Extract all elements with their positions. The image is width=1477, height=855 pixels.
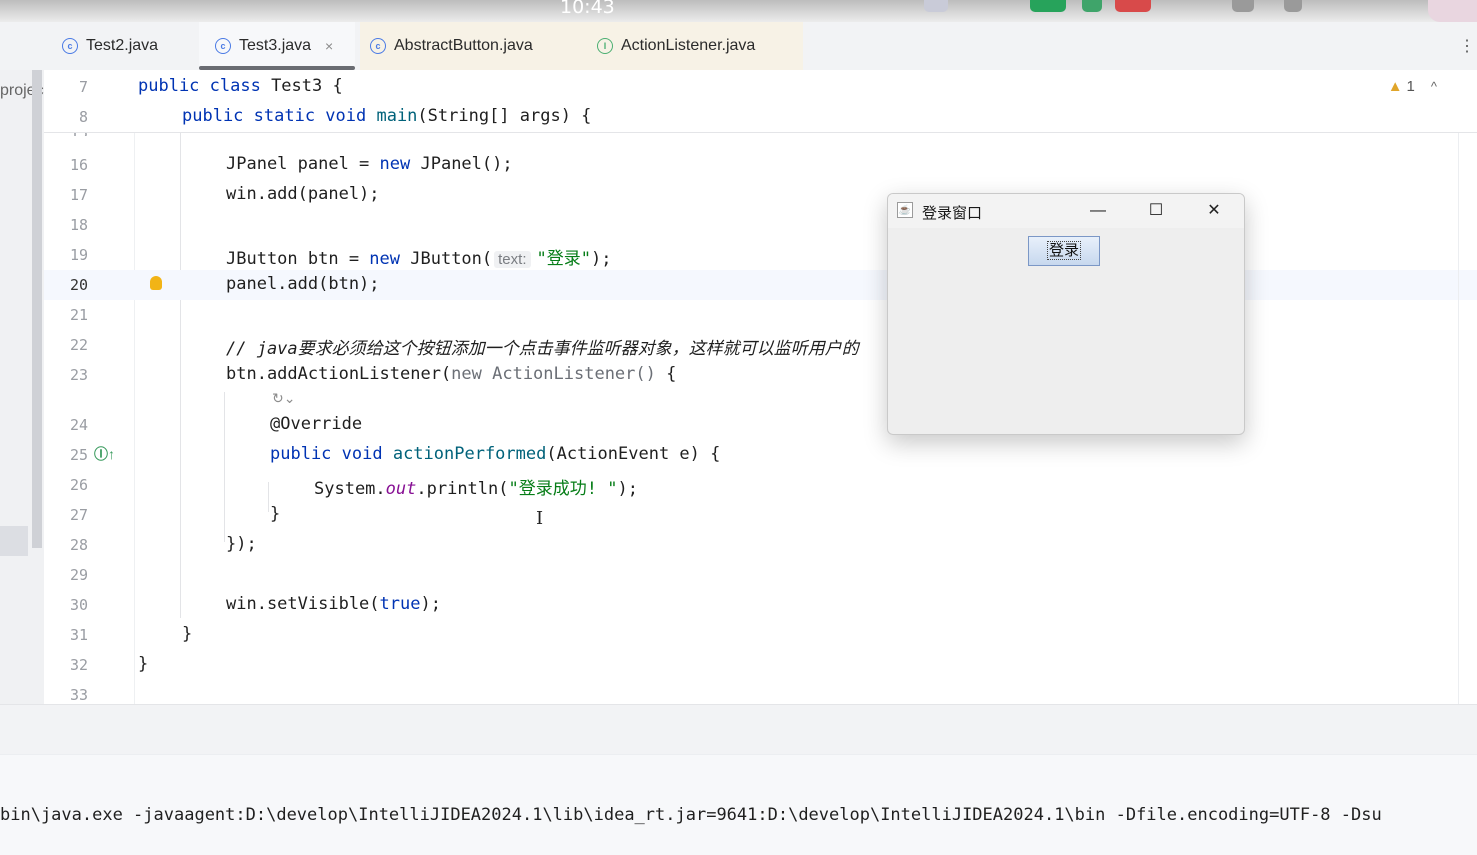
text-cursor-icon: I <box>536 508 544 529</box>
project-scrollbar[interactable] <box>32 70 42 548</box>
code-line: 22 // java要求必须给这个按钮添加一个点击事件监听器对象，这样就可以监听… <box>69 336 859 359</box>
parameter-hint: text: <box>494 251 531 268</box>
os-top-bar: 10:43 <box>0 0 1477 22</box>
code-line: 33 <box>69 686 88 704</box>
close-button[interactable]: ✕ <box>1194 199 1234 223</box>
warning-count: 1 <box>1406 78 1415 95</box>
tab-label: Test2.java <box>86 37 159 54</box>
sticky-header: 7 public class Test3 { 8 public static v… <box>44 70 1477 133</box>
tray-icon-gray[interactable] <box>1232 0 1254 12</box>
code-line: 31 } <box>69 624 193 644</box>
code-line: 26 System.out.println("登录成功! "); <box>69 476 638 499</box>
console-command-line: bin\java.exe -javaagent:D:\develop\Intel… <box>0 805 1382 825</box>
code-line: 27 } <box>69 504 281 524</box>
project-panel: projec <box>0 70 44 704</box>
login-window-titlebar[interactable]: ☕ 登录窗口 — ☐ ✕ <box>888 194 1244 228</box>
lightbulb-icon[interactable] <box>150 276 162 290</box>
code-line: 21 <box>69 306 88 324</box>
code-line: 28 }); <box>69 534 257 554</box>
search-icon[interactable] <box>1284 0 1302 12</box>
tab-test3[interactable]: c Test3.java × <box>199 22 355 70</box>
code-line: 23 btn.addActionListener(new ActionListe… <box>69 364 677 384</box>
code-editor[interactable]: 7 public class Test3 { 8 public static v… <box>44 70 1477 704</box>
maximize-button[interactable]: ☐ <box>1136 199 1176 223</box>
inspection-widget[interactable]: ▲ 1 ^ <box>1388 78 1437 95</box>
clock: 10:43 <box>560 0 615 18</box>
interface-icon: I <box>597 38 613 54</box>
chevron-up-icon[interactable]: ^ <box>1431 79 1437 94</box>
editor-scrollbar[interactable] <box>1458 132 1459 704</box>
run-console[interactable]: bin\java.exe -javaagent:D:\develop\Intel… <box>0 754 1477 855</box>
java-icon: ☕ <box>897 202 913 218</box>
tab-test2[interactable]: c Test2.java <box>52 22 192 70</box>
code-line: 25 Ⓘ↑ public void actionPerformed(Action… <box>69 444 721 464</box>
tab-actionlistener[interactable]: I ActionListener.java <box>575 22 803 70</box>
code-line: 32 } <box>69 654 149 674</box>
tray-icon-green-small[interactable] <box>1082 0 1102 12</box>
code-line: 18 <box>69 216 88 234</box>
class-icon: c <box>370 38 386 54</box>
code-line: 17 win.add(panel); <box>69 184 380 204</box>
avatar[interactable] <box>1428 0 1477 22</box>
minimize-button[interactable]: — <box>1078 199 1118 223</box>
tab-abstractbutton[interactable]: c AbstractButton.java <box>360 22 575 70</box>
tab-label: AbstractButton.java <box>394 37 533 54</box>
code-line: 7 public class Test3 { <box>44 72 1477 102</box>
tool-window-header <box>0 704 1477 755</box>
project-selected-row[interactable] <box>0 526 28 556</box>
warning-triangle-icon: ▲ <box>1387 78 1403 95</box>
code-line: 29 <box>69 566 88 584</box>
code-line: 19 JButton btn = new JButton(text: "登录"); <box>69 246 612 269</box>
class-icon: c <box>62 38 78 54</box>
window-title: 登录窗口 <box>922 205 983 222</box>
editor-tab-bar: c Test2.java c Test3.java × c AbstractBu… <box>0 22 1477 71</box>
implements-method-icon[interactable]: Ⓘ↑ <box>94 444 115 464</box>
tray-icon-red[interactable] <box>1115 0 1151 12</box>
login-button[interactable]: 登录 <box>1028 236 1100 266</box>
close-icon[interactable]: × <box>325 38 333 54</box>
tray-icon[interactable] <box>924 0 948 12</box>
tab-label: Test3.java <box>239 37 312 54</box>
code-line-current: 20 panel.add(btn); <box>44 270 1477 300</box>
code-line: 16 JPanel panel = new JPanel(); <box>69 154 513 174</box>
code-vision-icon[interactable]: ↻⌄ <box>272 390 295 407</box>
tray-icon-green[interactable] <box>1030 0 1066 12</box>
login-window[interactable]: ☕ 登录窗口 — ☐ ✕ 登录 <box>887 193 1245 435</box>
more-tabs-icon[interactable]: ⋮ <box>1459 36 1475 56</box>
code-line: 24 @Override <box>69 414 363 434</box>
class-icon: c <box>215 38 231 54</box>
code-line: 30 win.setVisible(true); <box>69 594 441 614</box>
code-line: 8 public static void main(String[] args)… <box>44 102 1477 132</box>
tab-label: ActionListener.java <box>621 37 756 54</box>
